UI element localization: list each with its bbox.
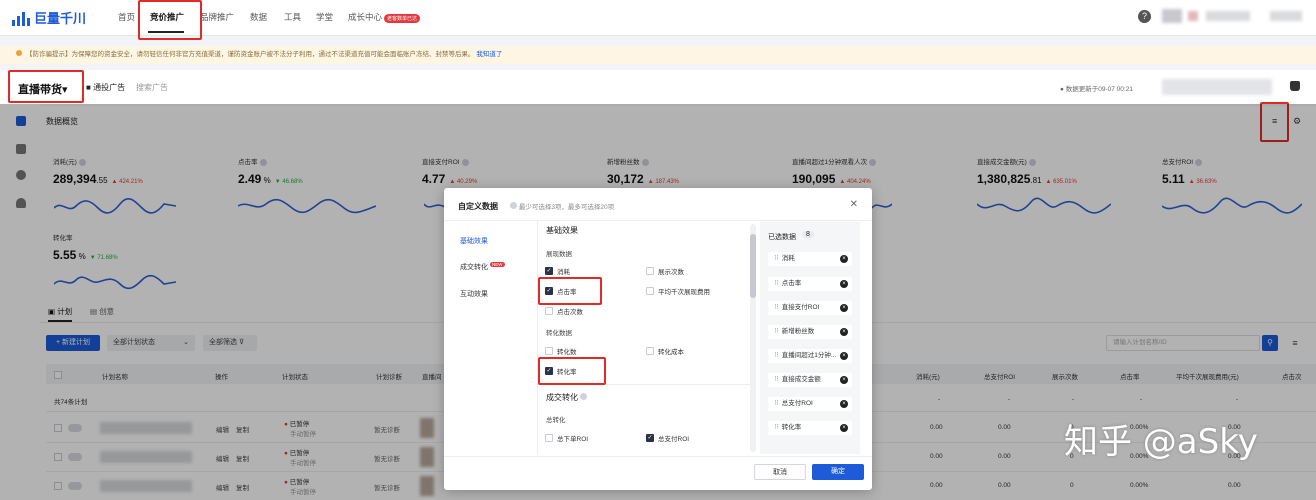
nav-brand-promotion[interactable]: 品牌推广: [200, 11, 234, 23]
nav-data[interactable]: 数据: [250, 11, 267, 23]
drag-handle-icon: ⠿: [774, 352, 779, 359]
growth-badge: 老客数单已达: [384, 14, 421, 23]
dialog-title: 自定义数据: [458, 202, 498, 211]
drag-handle-icon: ⠿: [774, 376, 779, 383]
info-icon: [510, 202, 517, 209]
remove-icon: ×: [840, 328, 848, 336]
update-time: ● 数据更新于09-07 00:21: [1060, 86, 1133, 93]
logo[interactable]: 巨量千川: [12, 8, 86, 27]
tab-interaction-effect[interactable]: 互动效果: [460, 289, 488, 299]
checkbox-conversion-cost[interactable]: 转化成本: [646, 346, 684, 356]
selected-item[interactable]: ⠿ 总支付ROI ×: [768, 397, 852, 411]
divider: [444, 220, 872, 221]
cancel-button[interactable]: 取消: [754, 464, 806, 480]
group-display-data: 展现数据: [546, 251, 572, 258]
highlight-live-commerce: [8, 70, 84, 103]
group-total-conversion: 总转化: [546, 417, 566, 424]
remove-icon: ×: [840, 376, 848, 384]
remove-icon: ×: [840, 400, 848, 408]
selected-title: 已选数据: [768, 234, 796, 241]
remove-icon: ×: [840, 352, 848, 360]
checkbox-total-order-roi[interactable]: 总下单ROI: [545, 433, 588, 443]
account-mark: [1188, 11, 1198, 21]
selected-item[interactable]: ⠿ 转化率 ×: [768, 421, 852, 435]
group-conversion-data: 转化数据: [546, 330, 572, 337]
custom-data-dialog: 自定义数据 最少可选择3项，最多可选择20项 ✕ 基础效果 成交转化 NEW 互动…: [444, 188, 872, 490]
checkbox-cost[interactable]: ✓ 消耗: [545, 266, 570, 276]
banner-dismiss-link[interactable]: 我知道了: [476, 51, 502, 58]
warning-icon: [16, 50, 22, 56]
checkbox-clicks[interactable]: 点击次数: [545, 306, 583, 316]
tab-basic-effect[interactable]: 基础效果: [460, 236, 488, 246]
selected-item[interactable]: ⠿ 直播间超过1分钟... ×: [768, 349, 852, 363]
checkbox-checked-icon: ✓: [646, 434, 654, 442]
date-range-picker[interactable]: [1162, 79, 1272, 95]
selected-item[interactable]: ⠿ 点击率 ×: [768, 277, 852, 291]
nav-home[interactable]: 首页: [118, 11, 135, 23]
selected-item[interactable]: ⠿ 消耗 ×: [768, 252, 852, 266]
scrollbar-thumb[interactable]: [750, 234, 756, 298]
nav-growth-center[interactable]: 成长中心 老客数单已达: [348, 11, 421, 23]
remove-icon: ×: [840, 424, 848, 432]
logo-icon: [12, 10, 30, 26]
selected-item[interactable]: ⠿ 新增粉丝数 ×: [768, 325, 852, 339]
fraud-warning-banner: 【防诈骗提示】为保障您的资金安全，请勿轻信任何非官方充值渠道，谨防资金账户被不法…: [0, 46, 1316, 64]
drag-handle-icon: ⠿: [774, 304, 779, 311]
search-ad-tab[interactable]: 搜索广告: [136, 82, 168, 93]
checkbox-impressions[interactable]: 展示次数: [646, 266, 684, 276]
nav-academy[interactable]: 学堂: [316, 11, 333, 23]
drag-handle-icon: ⠿: [774, 255, 779, 262]
remove-icon: ×: [840, 255, 848, 263]
divider: [444, 456, 872, 457]
close-icon[interactable]: ✕: [850, 199, 858, 210]
bell-icon[interactable]: [1290, 81, 1300, 91]
checkbox-checked-icon: ✓: [545, 267, 553, 275]
drag-handle-icon: ⠿: [774, 328, 779, 335]
lock-icon: ■: [86, 83, 91, 92]
remove-icon: ×: [840, 304, 848, 312]
selected-data-panel: 已选数据 8 ⠿ 消耗 × ⠿ 点击率 × ⠿ 直接支付ROI × ⠿ 新增粉丝数 × ⠿ 直播间…: [760, 222, 860, 454]
selected-item[interactable]: ⠿ 直接支付ROI ×: [768, 301, 852, 315]
checkbox-total-pay-roi[interactable]: ✓ 总支付ROI: [646, 433, 689, 443]
sub-header: 直播带货▾ ■ 通投广告 搜索广告 ● 数据更新于09-07 00:21: [0, 70, 1316, 104]
highlight-ctr-option: [538, 277, 602, 305]
help-icon: [580, 393, 587, 400]
checkbox-avg-cpm[interactable]: 平均千次展现费用: [646, 286, 710, 296]
info-icon: ●: [1060, 86, 1064, 93]
selected-count: 8: [802, 231, 814, 238]
banner-text: 【防诈骗提示】为保障您的资金安全，请勿轻信任何非官方充值渠道，谨防资金账户被不法…: [26, 51, 475, 58]
section-basic-effect: 基础效果: [546, 226, 578, 235]
checkbox-conversions[interactable]: 转化数: [545, 346, 577, 356]
nav-tools[interactable]: 工具: [284, 11, 301, 23]
remove-icon: ×: [840, 280, 848, 288]
selected-item[interactable]: ⠿ 直接成交金额 ×: [768, 373, 852, 387]
avatar[interactable]: [1162, 9, 1182, 23]
new-badge: NEW: [490, 262, 505, 267]
section-deal-conversion: 成交转化: [546, 392, 587, 403]
drag-handle-icon: ⠿: [774, 424, 779, 431]
account-id[interactable]: [1270, 11, 1302, 21]
drag-handle-icon: ⠿: [774, 400, 779, 407]
general-ad-tab[interactable]: ■ 通投广告: [86, 82, 125, 93]
drag-handle-icon: ⠿: [774, 280, 779, 287]
confirm-button[interactable]: 确定: [812, 464, 864, 480]
watermark: 知乎 @aSky: [1064, 422, 1258, 462]
highlight-bidding-tab: [138, 0, 202, 40]
account-name[interactable]: [1206, 11, 1250, 21]
tab-deal-conversion[interactable]: 成交转化 NEW: [460, 262, 505, 272]
dialog-hint: 最少可选择3项，最多可选择20项: [508, 201, 614, 211]
highlight-cvr-option: [538, 357, 606, 385]
question-icon[interactable]: ?: [1138, 10, 1151, 23]
divider: [537, 221, 538, 455]
